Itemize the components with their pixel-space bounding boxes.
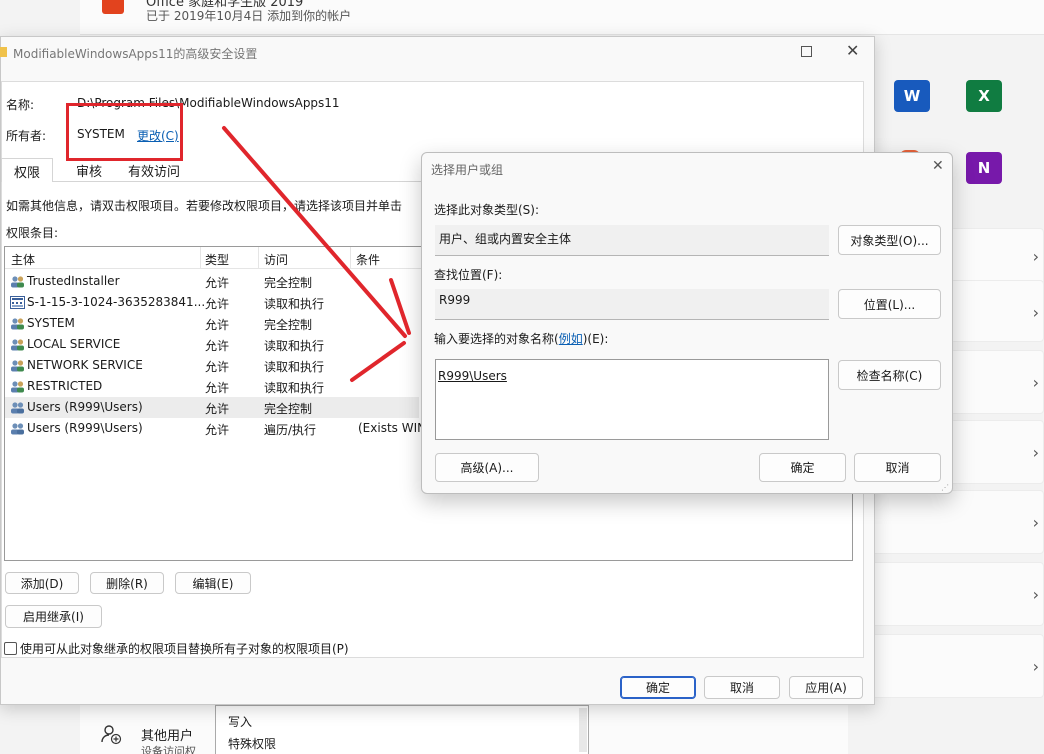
annotation-arrow (222, 126, 411, 382)
tab-permissions[interactable]: 权限 (1, 158, 53, 182)
